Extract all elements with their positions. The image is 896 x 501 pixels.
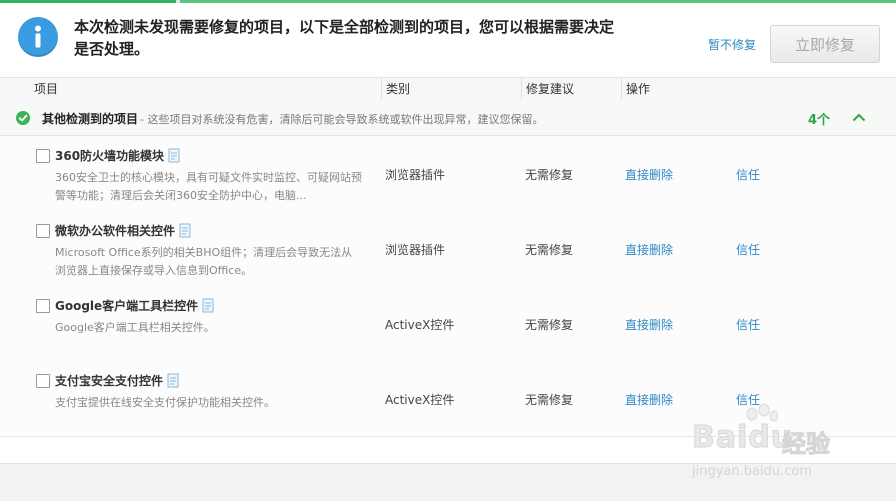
column-advice: 修复建议 (526, 82, 575, 96)
item-advice: 无需修复 (525, 168, 574, 182)
item-name: 360防火墙功能模块 (55, 149, 165, 163)
item-name-wrap: 360防火墙功能模块 (55, 147, 180, 164)
item-name-wrap: 支付宝安全支付控件 (55, 372, 179, 389)
result-message: 本次检测未发现需要修复的项目，以下是全部检测到的项目，您可以根据需要决定是否处理… (74, 18, 615, 58)
item-category: ActiveX控件 (385, 393, 455, 407)
item-advice: 无需修复 (525, 393, 574, 407)
delete-link[interactable]: 直接删除 (625, 166, 673, 183)
document-icon[interactable] (202, 298, 214, 313)
trust-link[interactable]: 信任 (736, 241, 760, 258)
trust-link[interactable]: 信任 (736, 316, 760, 333)
item-advice: 无需修复 (525, 243, 574, 257)
group-header-other-items[interactable]: 其他检测到的项目 - 这些项目对系统没有危害，清除后可能会导致系统或软件出现异常… (0, 100, 896, 136)
column-category: 类别 (386, 82, 411, 96)
item-name: 微软办公软件相关控件 (55, 224, 176, 238)
table-row: 360防火墙功能模块 360安全卫士的核心模块，具有可疑文件实时监控、可疑网站预… (0, 136, 896, 212)
watermark-url: jingyan.baidu.com (692, 464, 812, 479)
table-row: 微软办公软件相关控件 Microsoft Office系列的相关BHO组件；清理… (0, 211, 896, 287)
item-name: 支付宝安全支付控件 (55, 374, 164, 388)
row-checkbox[interactable] (36, 149, 50, 163)
item-description: Microsoft Office系列的相关BHO组件；清理后会导致无法从浏览器上… (55, 246, 353, 277)
group-description: - 这些项目对系统没有危害，清除后可能会导致系统或软件出现异常，建议您保留。 (140, 113, 544, 126)
item-name: Google客户端工具栏控件 (55, 299, 199, 313)
check-circle-icon (16, 111, 30, 125)
column-action: 操作 (626, 82, 651, 96)
group-title: 其他检测到的项目 (42, 112, 139, 126)
delete-link[interactable]: 直接删除 (625, 316, 673, 333)
item-description: Google客户端工具栏相关控件。 (55, 321, 215, 334)
document-icon[interactable] (179, 223, 191, 238)
watermark-brand-head: Bai (691, 420, 749, 456)
item-advice: 无需修复 (525, 318, 574, 332)
table-header: 项目 类别 修复建议 操作 (0, 77, 896, 101)
document-icon[interactable] (167, 373, 179, 388)
fix-now-button[interactable]: 立即修复 (770, 25, 880, 63)
row-checkbox[interactable] (36, 299, 50, 313)
row-checkbox[interactable] (36, 224, 50, 238)
document-icon[interactable] (168, 148, 180, 163)
item-name-wrap: 微软办公软件相关控件 (55, 222, 191, 239)
item-category: ActiveX控件 (385, 318, 455, 332)
item-name-wrap: Google客户端工具栏控件 (55, 297, 214, 314)
skip-fix-link[interactable]: 暂不修复 (708, 36, 756, 53)
result-header: 本次检测未发现需要修复的项目，以下是全部检测到的项目，您可以根据需要决定是否处理… (0, 3, 896, 77)
watermark-brand-cn: 经验 (782, 430, 831, 459)
table-row: Google客户端工具栏控件 Google客户端工具栏相关控件。 ActiveX… (0, 286, 896, 362)
info-icon (18, 17, 58, 57)
group-count: 4个 (808, 113, 831, 128)
watermark-brand: Baidu (691, 420, 793, 456)
column-item: 项目 (34, 82, 59, 96)
baidu-jingyan-watermark: Baidu 经验 jingyan.baidu.com (688, 402, 888, 494)
item-description: 支付宝提供在线安全支付保护功能相关控件。 (55, 396, 275, 409)
item-category: 浏览器插件 (385, 168, 446, 182)
delete-link[interactable]: 直接删除 (625, 241, 673, 258)
row-checkbox[interactable] (36, 374, 50, 388)
delete-link[interactable]: 直接删除 (625, 391, 673, 408)
item-category: 浏览器插件 (385, 243, 446, 257)
chevron-up-icon[interactable] (852, 112, 866, 122)
item-description: 360安全卫士的核心模块，具有可疑文件实时监控、可疑网站预警等功能；清理后会关闭… (55, 171, 362, 202)
trust-link[interactable]: 信任 (736, 166, 760, 183)
